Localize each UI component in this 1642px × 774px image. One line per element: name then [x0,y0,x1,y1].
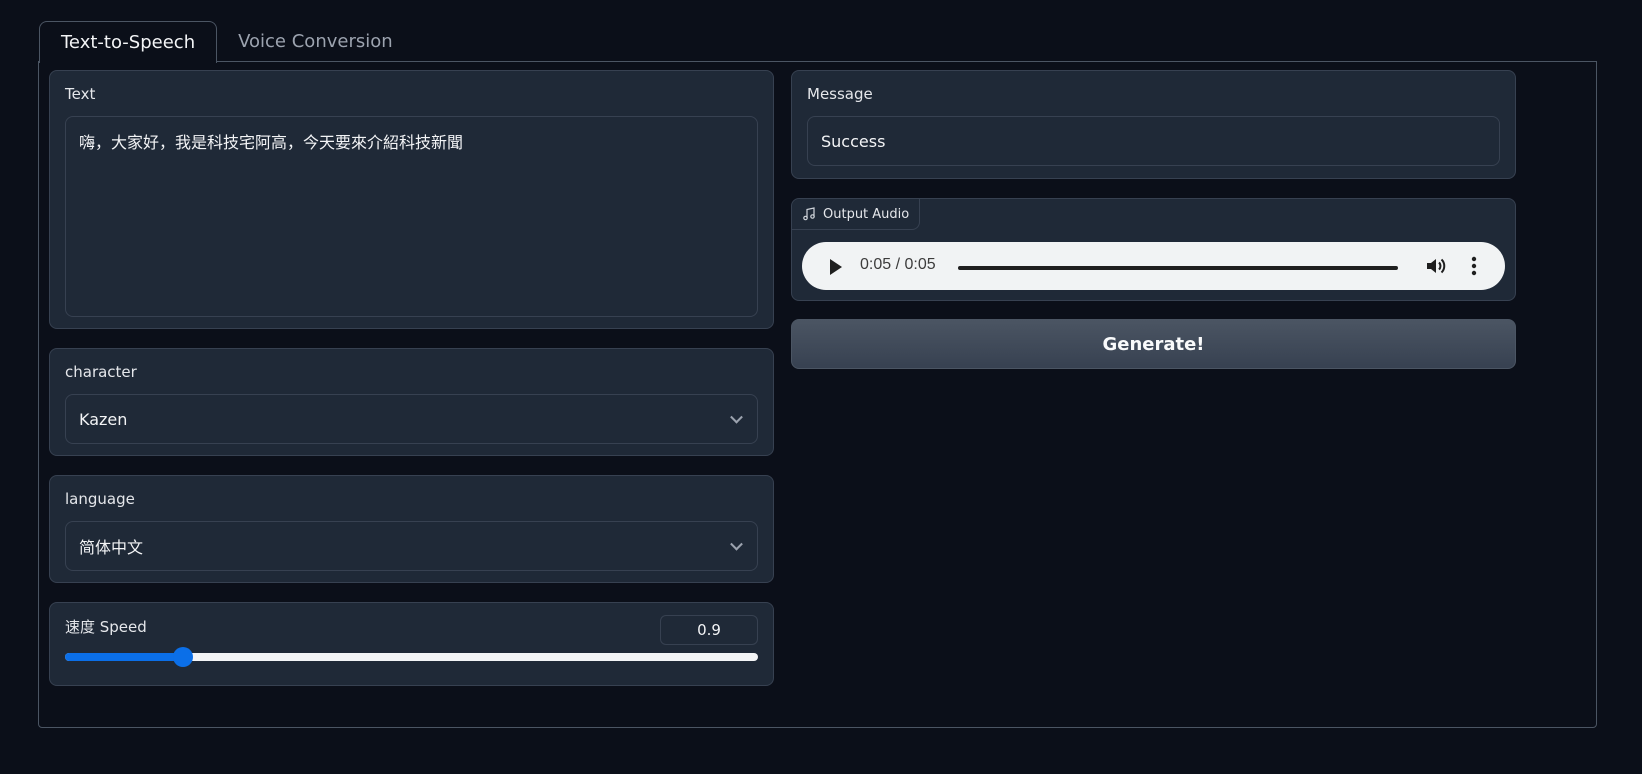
generate-button[interactable]: Generate! [791,319,1516,369]
speed-slider-fill [65,653,183,661]
language-select[interactable]: 简体中文 [65,521,758,571]
speed-label: 速度 Speed [65,618,147,636]
chevron-down-icon [730,410,743,424]
text-label: Text [65,85,96,103]
tab-panel: Text 嗨，大家好，我是科技宅阿高，今天要來介紹科技新聞 character … [38,61,1597,728]
message-value: Success [821,131,886,151]
music-note-icon [803,207,815,221]
play-icon[interactable] [830,259,842,275]
language-card: language 简体中文 [49,475,774,583]
language-label: language [65,490,135,508]
text-input[interactable]: 嗨，大家好，我是科技宅阿高，今天要來介紹科技新聞 [65,116,758,317]
speed-card: 速度 Speed 0.9 [49,602,774,686]
output-audio-tag: Output Audio [792,199,921,230]
language-value: 简体中文 [79,538,144,557]
audio-time: 0:05 / 0:05 [860,256,936,273]
message-label: Message [807,85,873,103]
character-card: character Kazen [49,348,774,456]
tab-voice-conversion[interactable]: Voice Conversion [217,20,414,62]
speed-slider[interactable] [65,647,758,667]
audio-progress-bar[interactable] [958,266,1398,270]
audio-player: 0:05 / 0:05 [802,242,1505,290]
speed-number-input[interactable]: 0.9 [660,615,758,645]
more-options-icon[interactable] [1471,256,1477,276]
speed-slider-thumb[interactable] [172,647,193,667]
text-input-card: Text 嗨，大家好，我是科技宅阿高，今天要來介紹科技新聞 [49,70,774,329]
message-card: Message Success [791,70,1516,179]
message-output: Success [807,116,1500,166]
output-audio-label: Output Audio [823,206,910,222]
character-value: Kazen [79,409,128,429]
character-select[interactable]: Kazen [65,394,758,444]
volume-icon[interactable] [1425,256,1447,276]
tab-text-to-speech[interactable]: Text-to-Speech [39,21,218,63]
chevron-down-icon [730,537,743,551]
tab-bar: Text-to-Speech Voice Conversion [39,20,414,63]
output-audio-card: Output Audio 0:05 / 0:05 [791,198,1516,301]
character-label: character [65,363,137,381]
